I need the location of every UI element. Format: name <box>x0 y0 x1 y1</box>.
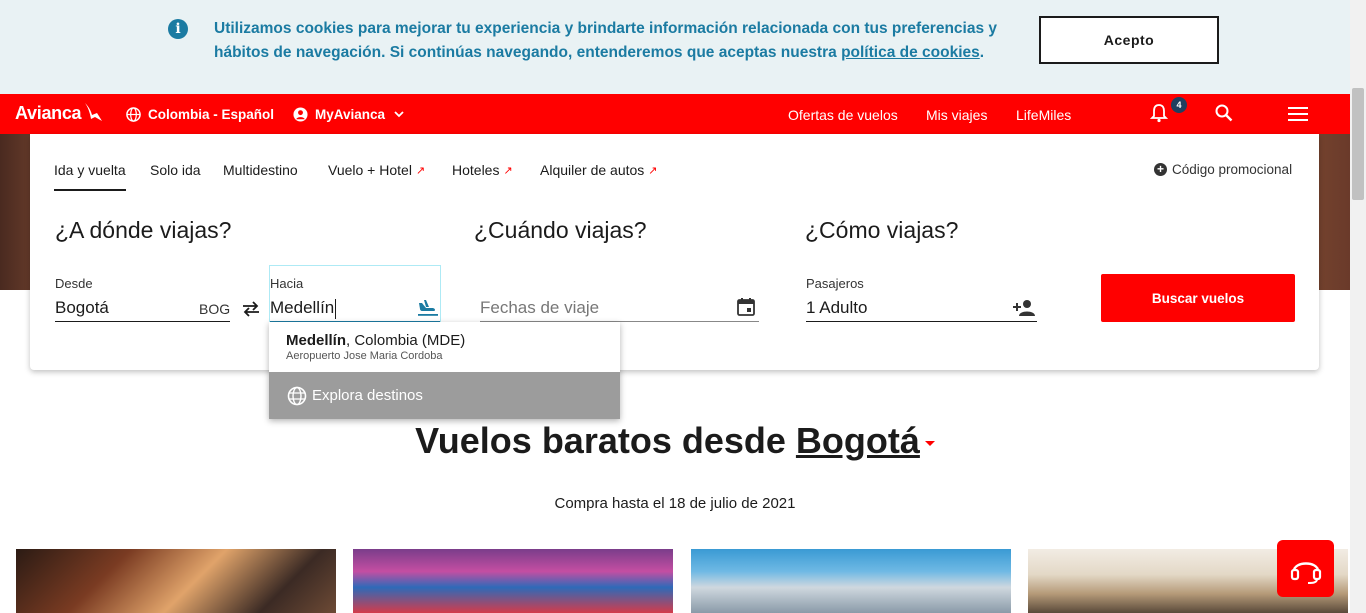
tab-flight-hotel-label: Vuelo + Hotel <box>328 162 412 178</box>
cookie-policy-link[interactable]: política de cookies <box>841 44 980 61</box>
plane-landing-icon <box>418 300 438 316</box>
destination-card[interactable] <box>691 549 1011 613</box>
nav-ofertas[interactable]: Ofertas de vuelos <box>788 107 898 123</box>
destination-card[interactable] <box>16 549 336 613</box>
globe-icon <box>126 107 141 122</box>
text-caret <box>335 298 337 319</box>
destination-card[interactable] <box>353 549 673 613</box>
caret-down-icon[interactable] <box>924 440 935 446</box>
origin-label: Desde <box>55 276 93 291</box>
flight-search-card: Ida y vuelta Solo ida Multidestino Vuelo… <box>30 134 1319 370</box>
promo-code-link[interactable]: + Código promocional <box>1154 162 1292 177</box>
country-language-label: Colombia - Español <box>148 107 275 122</box>
suggestion-city: Medellín <box>286 332 347 349</box>
tab-round-trip-label: Ida y vuelta <box>54 162 126 178</box>
deals-subtitle: Compra hasta el 18 de julio de 2021 <box>554 495 796 512</box>
myavianca-label: MyAvianca <box>315 107 386 122</box>
tab-multicity-label: Multidestino <box>223 162 298 178</box>
page-scrollbar[interactable] <box>1350 0 1366 613</box>
suggestion-airport: Aeropuerto Jose Maria Cordoba <box>286 350 443 362</box>
origin-code: BOG <box>199 301 231 317</box>
notification-badge: 4 <box>1171 97 1187 113</box>
tab-flight-hotel[interactable]: Vuelo + Hotel ↗ <box>328 162 425 178</box>
origin-city-selector[interactable]: Bogotá <box>796 420 920 461</box>
info-icon: i <box>168 19 188 39</box>
destination-value: Medellín <box>270 298 335 317</box>
swap-icon[interactable] <box>241 301 261 317</box>
main-header: Avianca Colombia - Español MyAvianca Ofe… <box>0 94 1350 134</box>
tab-one-way[interactable]: Solo ida <box>150 162 201 178</box>
suggestion-country: , Colombia (MDE) <box>346 332 466 349</box>
hamburger-menu-icon[interactable] <box>1288 106 1308 122</box>
external-link-icon: ↗ <box>415 164 426 177</box>
explore-destinations-option[interactable]: Explora destinos <box>269 372 620 419</box>
tab-car-rental-label: Alquiler de autos <box>540 162 645 178</box>
where-heading: ¿A dónde viajas? <box>55 217 232 243</box>
cookie-message: Utilizamos cookies para mejorar tu exper… <box>214 17 1004 65</box>
tab-car-rental[interactable]: Alquiler de autos ↗ <box>540 162 658 178</box>
nav-lifemiles[interactable]: LifeMiles <box>1016 107 1071 123</box>
cookie-message-end: . <box>979 44 985 61</box>
globe-icon <box>287 386 307 405</box>
when-heading: ¿Cuándo viajas? <box>474 217 647 243</box>
avianca-logo[interactable]: Avianca <box>15 103 82 124</box>
chevron-down-icon <box>394 111 404 118</box>
explore-destinations-label: Explora destinos <box>312 387 423 404</box>
external-link-icon: ↗ <box>503 164 513 177</box>
tab-multicity[interactable]: Multidestino <box>223 162 298 178</box>
headset-icon <box>1290 561 1321 584</box>
cookie-banner: i Utilizamos cookies para mejorar tu exp… <box>0 0 1350 94</box>
origin-underline <box>55 321 230 322</box>
bell-icon[interactable] <box>1150 103 1168 123</box>
search-flights-button[interactable]: Buscar vuelos <box>1101 274 1295 322</box>
tab-one-way-label: Solo ida <box>150 162 201 178</box>
tab-round-trip[interactable]: Ida y vuelta <box>54 162 126 191</box>
tab-hotels-label: Hoteles <box>452 162 500 178</box>
add-person-icon[interactable] <box>1013 299 1037 317</box>
passengers-input[interactable]: 1 Adulto <box>806 298 867 318</box>
country-language-selector[interactable]: Colombia - Español <box>126 107 274 122</box>
how-heading: ¿Cómo viajas? <box>805 217 959 243</box>
destination-label: Hacia <box>270 276 304 291</box>
plus-circle-icon: + <box>1154 163 1167 176</box>
passengers-label: Pasajeros <box>806 276 864 291</box>
promo-code-label: Código promocional <box>1172 162 1293 177</box>
destination-suggestions: Medellín, Colombia (MDE) Aeropuerto Jose… <box>269 322 620 419</box>
deals-title-prefix: Vuelos baratos desde <box>415 420 796 461</box>
myavianca-menu[interactable]: MyAvianca <box>293 107 404 122</box>
suggestion-city-line: Medellín, Colombia (MDE) <box>286 332 620 349</box>
support-chat-button[interactable] <box>1277 540 1334 597</box>
avianca-bird-icon <box>85 103 102 121</box>
dates-input[interactable]: Fechas de viaje <box>480 298 599 318</box>
calendar-icon[interactable] <box>736 297 756 317</box>
user-icon <box>293 107 308 122</box>
passengers-underline <box>806 321 1037 322</box>
deals-title: Vuelos baratos desde Bogotá <box>0 420 1350 462</box>
origin-input[interactable]: Bogotá <box>55 298 109 318</box>
tab-hotels[interactable]: Hoteles ↗ <box>452 162 513 178</box>
external-link-icon: ↗ <box>648 164 658 177</box>
destination-input[interactable]: Medellín <box>270 298 337 319</box>
scrollbar-thumb[interactable] <box>1352 88 1364 200</box>
nav-mis-viajes[interactable]: Mis viajes <box>926 107 987 123</box>
accept-cookies-button[interactable]: Acepto <box>1039 16 1219 64</box>
suggestion-item[interactable]: Medellín, Colombia (MDE) Aeropuerto Jose… <box>269 322 620 372</box>
search-icon[interactable] <box>1215 104 1233 122</box>
